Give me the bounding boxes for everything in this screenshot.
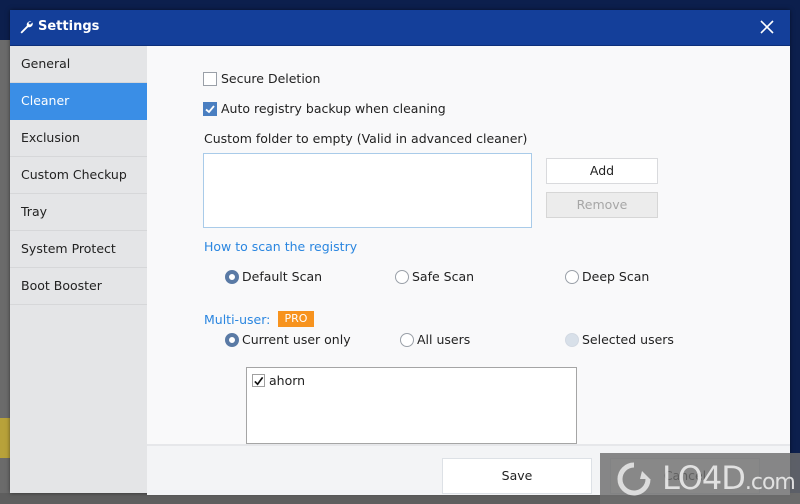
radio-label: All users <box>417 332 471 347</box>
sidebar-item-tray[interactable]: Tray <box>10 194 147 231</box>
checkbox-box-checked[interactable] <box>203 101 217 116</box>
wrench-icon <box>20 21 33 34</box>
watermark-text: LO4D.com <box>662 459 796 497</box>
radio-default-scan[interactable]: Default Scan <box>225 269 322 284</box>
scan-heading: How to scan the registry <box>204 239 358 254</box>
sidebar-item-boot-booster[interactable]: Boot Booster <box>10 268 147 305</box>
auto-backup-label: Auto registry backup when cleaning <box>221 101 446 116</box>
pro-badge: PRO <box>278 311 314 327</box>
radio-icon[interactable] <box>565 269 579 284</box>
sidebar-item-exclusion[interactable]: Exclusion <box>10 120 147 157</box>
radio-all-users[interactable]: All users <box>400 332 470 347</box>
radio-label: Safe Scan <box>412 269 475 284</box>
radio-label: Deep Scan <box>582 269 650 284</box>
settings-dialog: Settings General Cleaner Exclusion Custo… <box>10 10 790 495</box>
save-button[interactable]: Save <box>442 458 592 494</box>
user-list[interactable]: ahorn <box>246 367 577 444</box>
radio-label: Current user only <box>242 332 351 347</box>
user-name: ahorn <box>269 373 306 388</box>
custom-folder-label: Custom folder to empty (Valid in advance… <box>204 131 528 146</box>
user-list-item[interactable]: ahorn <box>252 373 305 388</box>
user-checkbox[interactable] <box>252 374 265 387</box>
radio-disabled-icon[interactable] <box>565 332 579 347</box>
radio-selected-icon[interactable] <box>225 269 239 284</box>
radio-label: Default Scan <box>242 269 323 284</box>
sidebar-item-custom-checkup[interactable]: Custom Checkup <box>10 157 147 194</box>
checkbox-box[interactable] <box>203 71 217 86</box>
radio-icon[interactable] <box>395 269 409 284</box>
sidebar-item-general[interactable]: General <box>10 46 147 83</box>
secure-deletion-checkbox[interactable]: Secure Deletion <box>203 71 320 86</box>
watermark-suffix: .com <box>744 470 796 495</box>
remove-button[interactable]: Remove <box>546 192 658 218</box>
radio-deep-scan[interactable]: Deep Scan <box>565 269 649 284</box>
watermark: LO4D.com <box>600 453 800 504</box>
add-button[interactable]: Add <box>546 158 658 184</box>
radio-selected-icon[interactable] <box>225 332 239 347</box>
watermark-brand: LO4D <box>662 459 746 497</box>
sidebar-item-cleaner[interactable]: Cleaner <box>10 83 147 120</box>
lo4d-logo-icon <box>617 462 651 496</box>
title-bar[interactable]: Settings <box>10 10 790 46</box>
secure-deletion-label: Secure Deletion <box>221 71 321 86</box>
close-icon[interactable] <box>758 18 776 36</box>
radio-current-user[interactable]: Current user only <box>225 332 351 347</box>
custom-folder-list[interactable] <box>203 153 532 228</box>
radio-label: Selected users <box>582 332 674 347</box>
sidebar-item-system-protect[interactable]: System Protect <box>10 231 147 268</box>
multiuser-heading: Multi-user: <box>204 312 271 327</box>
checkmark-icon <box>205 104 215 113</box>
cleaner-panel: Secure Deletion Auto registry backup whe… <box>147 46 790 444</box>
settings-sidebar: General Cleaner Exclusion Custom Checkup… <box>10 46 147 493</box>
radio-icon[interactable] <box>400 332 414 347</box>
radio-selected-users[interactable]: Selected users <box>565 332 674 347</box>
checkmark-icon <box>254 376 264 385</box>
auto-backup-checkbox[interactable]: Auto registry backup when cleaning <box>203 101 446 116</box>
background-app-banner <box>0 418 10 458</box>
dialog-title: Settings <box>38 19 100 34</box>
radio-safe-scan[interactable]: Safe Scan <box>395 269 474 284</box>
